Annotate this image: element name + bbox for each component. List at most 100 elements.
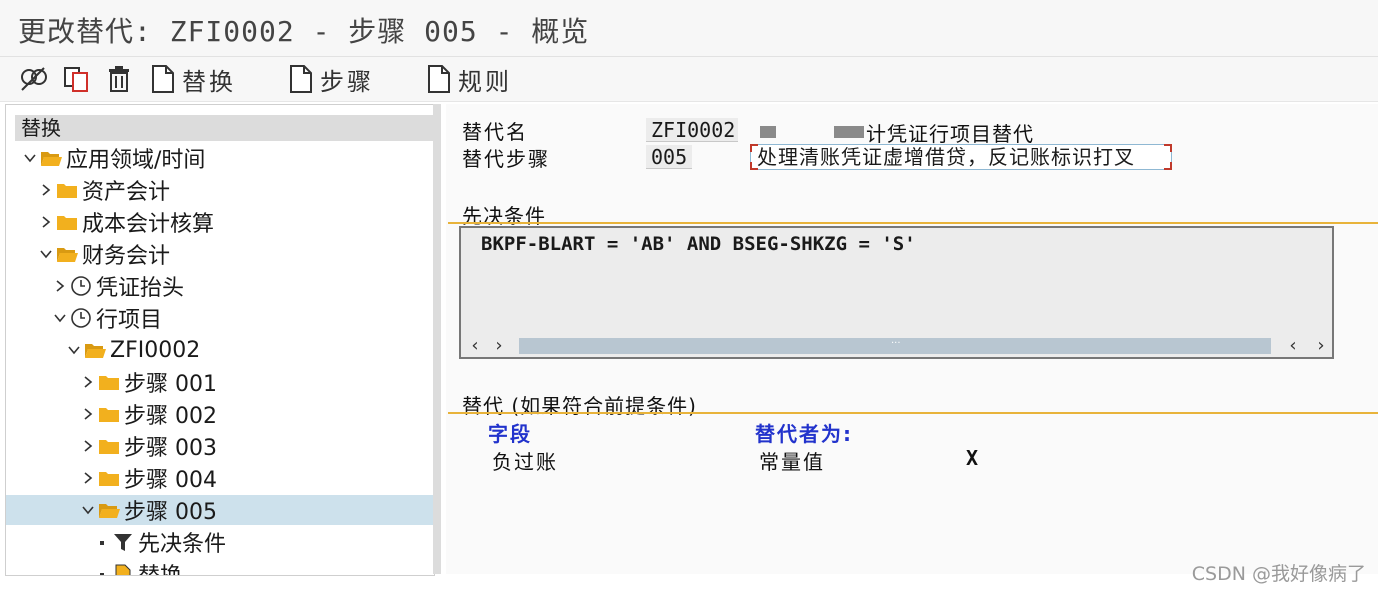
substitution-step-row: 替代步骤 (462, 144, 550, 171)
scroll-right-icon[interactable]: › (487, 335, 511, 356)
replacement-title: 替代 (如果符合前提条件) (462, 394, 697, 418)
copy-button[interactable] (62, 63, 92, 95)
focus-corner (1164, 162, 1172, 170)
tree-node-label: 财务会计 (82, 244, 171, 269)
tree-node-label: 步骤 004 (124, 468, 217, 493)
redacted-text (834, 126, 864, 138)
tree-node[interactable]: 成本会计核算 (6, 207, 434, 237)
display-change-icon (18, 64, 48, 94)
chevron-down-icon[interactable] (80, 502, 96, 518)
tree-node-label: 凭证抬头 (96, 276, 185, 301)
folder-icon (98, 470, 120, 487)
scroll-right-icon[interactable]: › (1309, 335, 1333, 356)
tree-node[interactable]: 资产会计 (6, 175, 434, 205)
step-description-input[interactable]: 处理清账凭证虚增借贷，反记账标识打叉 (750, 144, 1172, 170)
delete-button[interactable] (104, 63, 134, 95)
document-icon (426, 64, 452, 94)
tree-node-label: 先决条件 (138, 532, 227, 557)
navigation-tree: 替换 应用领域/时间资产会计成本会计核算 财务会计凭证抬头行项目 ZFI0002 步骤… (5, 104, 435, 576)
folder-open-icon (98, 502, 120, 519)
substitution-button[interactable]: 替换 (150, 63, 236, 96)
step-description-text: 处理清账凭证虚增借贷，反记账标识打叉 (757, 145, 1135, 169)
chevron-right-icon[interactable] (80, 470, 96, 486)
trash-icon (104, 64, 134, 94)
tree-node-label: 步骤 002 (124, 404, 217, 429)
folder-icon (98, 374, 120, 391)
folder-icon (98, 406, 120, 423)
title-bar: 更改替代: ZFI0002 - 步骤 005 - 概览 (0, 0, 1378, 57)
filter-icon (112, 531, 134, 553)
tree-node[interactable]: 应用领域/时间 (6, 143, 434, 173)
chevron-right-icon[interactable] (80, 406, 96, 422)
chevron-right-icon[interactable] (52, 278, 68, 294)
clock-icon (70, 275, 92, 297)
tree-node-label: ZFI0002 (110, 337, 201, 363)
tree-node-label: 步骤 003 (124, 436, 217, 461)
tree-node[interactable]: 步骤 004 (6, 463, 434, 493)
chevron-right-icon[interactable] (38, 214, 54, 230)
substitution-name-description: 计凭证行项目替代 (866, 122, 1034, 146)
tree-node-label: 步骤 005 (124, 500, 217, 525)
tree-vertical-scrollbar[interactable] (433, 104, 441, 574)
watermark: CSDN @我好像病了 (1191, 563, 1366, 585)
tree-node[interactable]: 财务会计 (6, 239, 434, 269)
tree-node[interactable]: 凭证抬头 (6, 271, 434, 301)
bullet-icon (94, 534, 110, 550)
folder-open-icon (56, 246, 78, 263)
column-header-field: 字段 (488, 422, 532, 446)
tree-node[interactable]: ZFI0002 (6, 335, 434, 365)
step-button-label: 步骤 (320, 67, 374, 96)
replacement-type-value[interactable]: 常量值 (759, 446, 825, 475)
tree-node-label: 替换 (138, 558, 182, 575)
tree-node-label: 步骤 001 (124, 372, 217, 397)
column-header-replaced-by: 替代者为: (755, 422, 853, 446)
scroll-left-icon[interactable]: ‹ (1281, 335, 1305, 356)
condition-text: BKPF-BLART = 'AB' AND BSEG-SHKZG = 'S' (481, 233, 916, 255)
toolbar: 替换 步骤 规则 (0, 57, 1378, 102)
focus-corner (1164, 144, 1172, 152)
focus-corner (750, 144, 758, 152)
focus-corner (750, 162, 758, 170)
rule-button[interactable]: 规则 (426, 63, 512, 96)
copy-icon (62, 64, 92, 94)
tree-node[interactable]: 先决条件 (6, 527, 434, 557)
chevron-down-icon[interactable] (22, 150, 38, 166)
tree-node-label: 行项目 (96, 308, 163, 333)
folder-icon (56, 182, 78, 199)
step-button[interactable]: 步骤 (288, 63, 374, 96)
display-change-button[interactable] (18, 63, 48, 95)
tree-node[interactable]: 步骤 001 (6, 367, 434, 397)
tree-node[interactable]: 替换 (6, 558, 434, 575)
prerequisite-title: 先决条件 (462, 204, 546, 228)
tree-node-label: 应用领域/时间 (66, 148, 206, 173)
chevron-right-icon[interactable] (80, 438, 96, 454)
tree-node-label: 资产会计 (82, 180, 171, 205)
replacement-constant-value[interactable]: X (966, 446, 980, 470)
document-icon (288, 64, 314, 94)
tree-node-label: 成本会计核算 (82, 212, 215, 237)
replacement-field-value[interactable]: 负过账 (492, 446, 558, 475)
document-icon (112, 563, 134, 575)
window-title: 更改替代: ZFI0002 - 步骤 005 - 概览 (18, 15, 590, 48)
substitution-button-label: 替换 (182, 67, 236, 96)
condition-horizontal-scrollbar[interactable]: ‹ › ··· ‹ › (463, 335, 1333, 356)
condition-editor[interactable]: BKPF-BLART = 'AB' AND BSEG-SHKZG = 'S' ‹… (459, 226, 1334, 359)
chevron-down-icon[interactable] (66, 342, 82, 358)
tree-node[interactable]: 行项目 (6, 303, 434, 333)
tree-node[interactable]: 步骤 005 (6, 495, 434, 525)
scroll-grip: ··· (891, 338, 901, 349)
chevron-down-icon[interactable] (52, 310, 68, 326)
chevron-right-icon[interactable] (38, 182, 54, 198)
substitution-name-field[interactable]: ZFI0002 (646, 118, 738, 142)
section-divider (448, 222, 1378, 224)
substitution-step-field[interactable]: 005 (646, 145, 692, 169)
scroll-left-icon[interactable]: ‹ (463, 335, 487, 356)
bullet-icon (94, 566, 110, 575)
rule-button-label: 规则 (458, 67, 512, 96)
section-divider (448, 412, 1378, 414)
tree-node[interactable]: 步骤 002 (6, 399, 434, 429)
tree-node[interactable]: 步骤 003 (6, 431, 434, 461)
tree-header: 替换 (15, 115, 433, 141)
chevron-down-icon[interactable] (38, 246, 54, 262)
chevron-right-icon[interactable] (80, 374, 96, 390)
